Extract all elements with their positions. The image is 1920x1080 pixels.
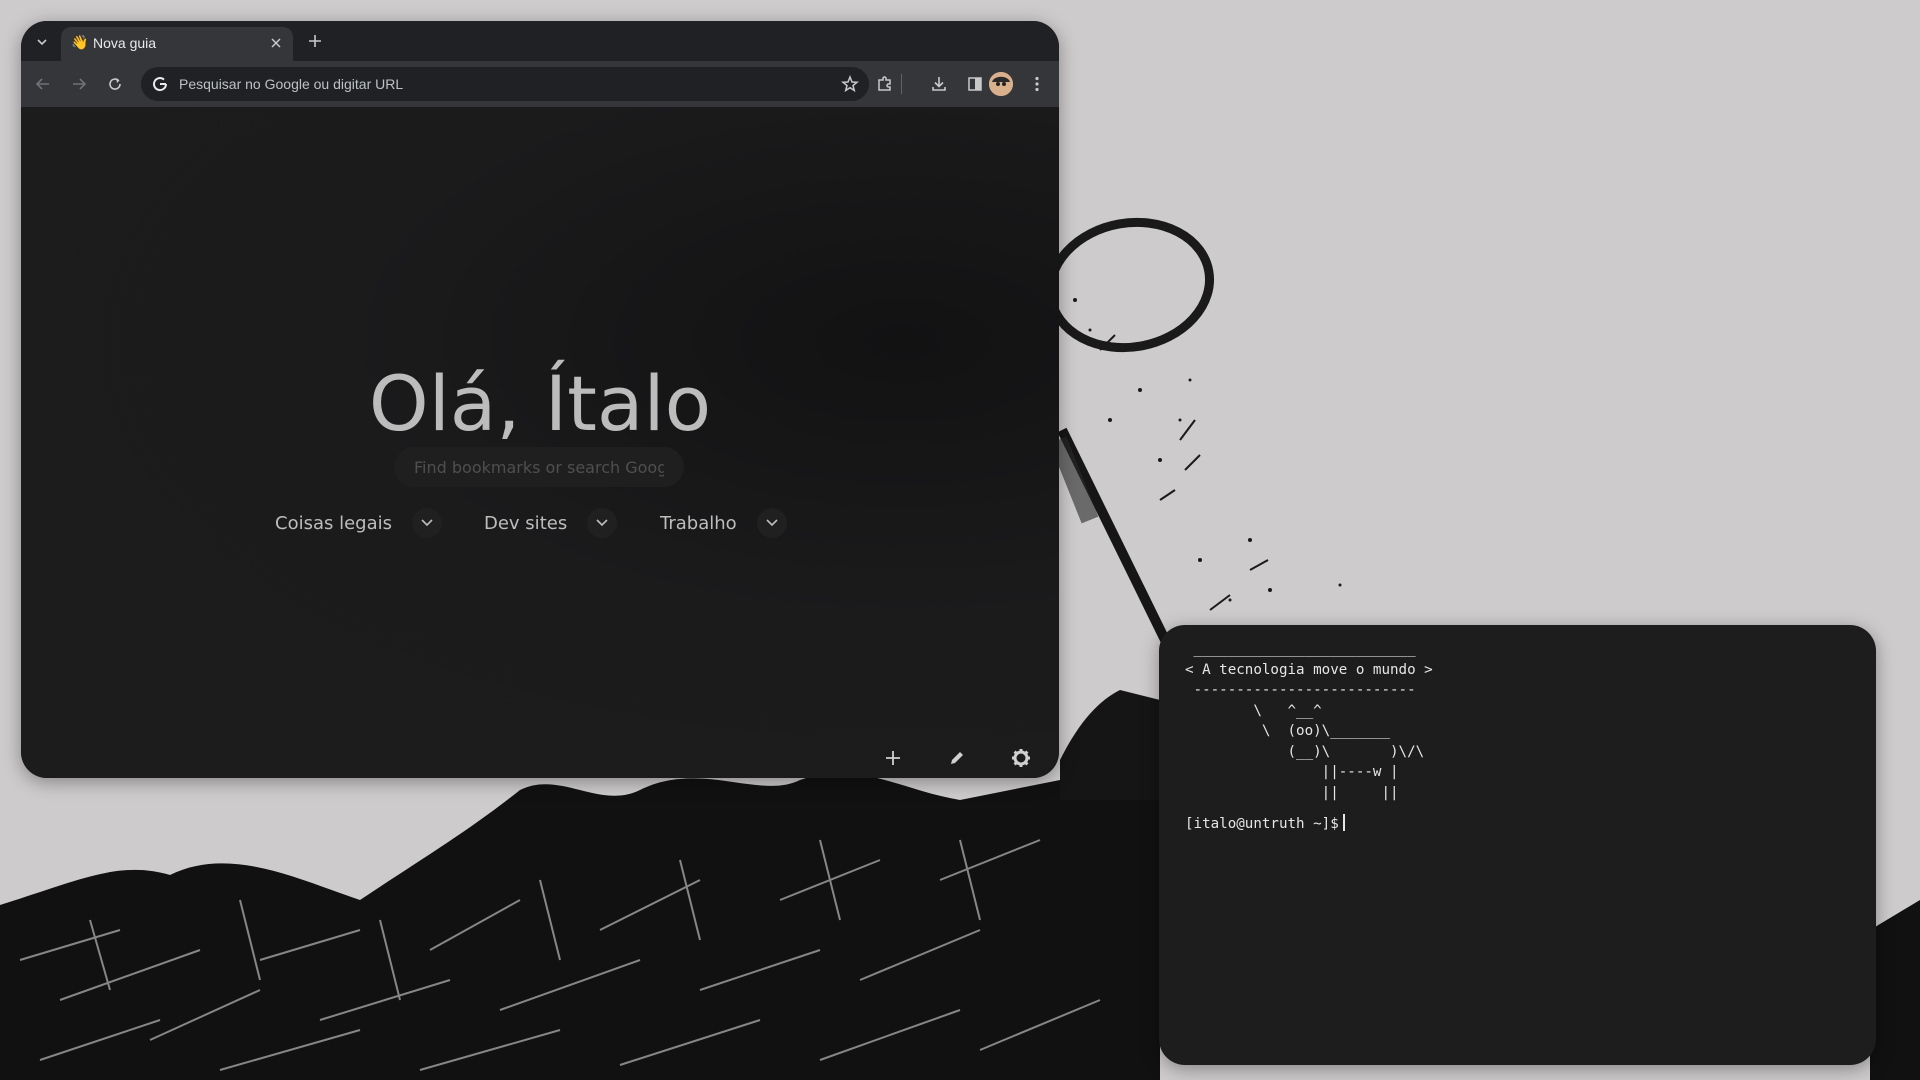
new-tab-page: Olá, Ítalo Coisas legais Dev sites Traba… [21, 107, 1059, 778]
terminal-window[interactable]: __________________________ < A tecnologi… [1159, 625, 1876, 1065]
wave-icon: 👋 [71, 35, 89, 51]
google-g-icon [151, 75, 169, 93]
back-icon[interactable] [31, 72, 55, 96]
ntp-actions [857, 738, 1049, 778]
bookmark-folders: Coisas legais Dev sites Trabalho [21, 505, 1059, 541]
pencil-icon[interactable] [943, 744, 971, 772]
folder-label: Trabalho [660, 512, 737, 534]
bookmark-search-input[interactable] [394, 447, 684, 487]
address-bar[interactable]: Pesquisar no Google ou digitar URL [141, 67, 869, 101]
more-vert-icon[interactable] [1025, 72, 1049, 96]
reload-icon[interactable] [103, 72, 127, 96]
tab-title: Nova guia [93, 35, 157, 51]
avatar[interactable] [989, 72, 1013, 96]
folder-dev-sites[interactable]: Dev sites [484, 505, 618, 541]
gear-icon[interactable] [1007, 744, 1035, 772]
chevron-down-icon[interactable] [587, 508, 618, 538]
new-tab-button[interactable] [304, 30, 326, 52]
folder-trabalho[interactable]: Trabalho [660, 505, 787, 541]
toolbar-separator [901, 74, 902, 94]
bookmark-search[interactable] [394, 447, 684, 487]
tab-search-icon[interactable] [30, 30, 54, 54]
side-panel-icon[interactable] [963, 72, 987, 96]
greeting-heading: Olá, Ítalo [368, 359, 712, 448]
download-icon[interactable] [927, 72, 951, 96]
tab-strip: 👋 Nova guia [21, 21, 1059, 61]
forward-icon[interactable] [67, 72, 91, 96]
folder-label: Coisas legais [275, 512, 392, 534]
terminal-prompt: [italo@untruth ~]$ [1185, 816, 1339, 832]
address-bar-placeholder: Pesquisar no Google ou digitar URL [179, 76, 404, 92]
terminal-prompt-line[interactable]: [italo@untruth ~]$ [1185, 814, 1345, 832]
toolbar: Pesquisar no Google ou digitar URL [21, 61, 1059, 107]
chevron-down-icon[interactable] [412, 508, 442, 538]
browser-window: 👋 Nova guia Pesquisar no Google ou digit… [21, 21, 1059, 778]
plus-icon[interactable] [879, 744, 907, 772]
cowsay-output: __________________________ < A tecnologi… [1185, 641, 1433, 801]
star-icon[interactable] [841, 74, 859, 93]
puzzle-icon[interactable] [873, 72, 897, 96]
tab-nova-guia[interactable]: 👋 Nova guia [61, 27, 293, 61]
folder-label: Dev sites [484, 512, 568, 534]
folder-coisas-legais[interactable]: Coisas legais [275, 505, 442, 541]
chevron-down-icon[interactable] [756, 508, 787, 538]
close-icon[interactable] [267, 34, 285, 52]
text-cursor [1342, 814, 1345, 831]
